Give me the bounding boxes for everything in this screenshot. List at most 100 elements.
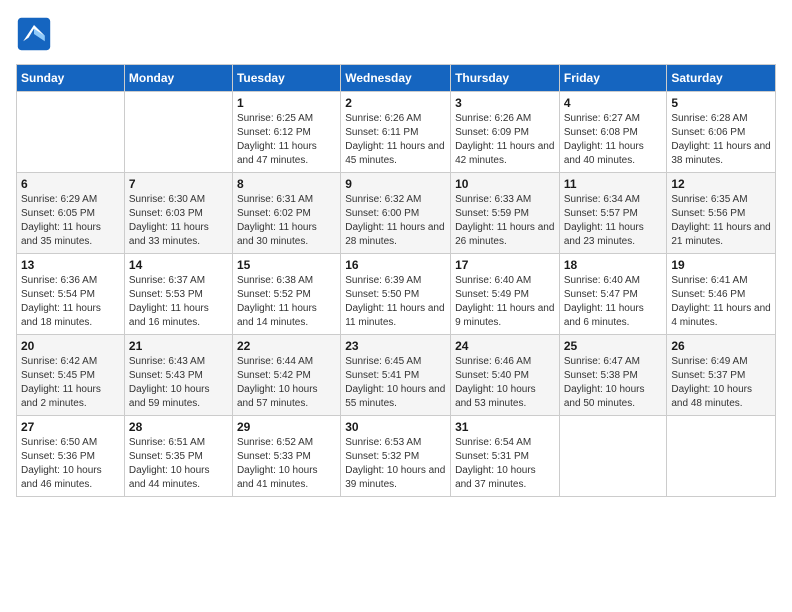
calendar-cell: 28Sunrise: 6:51 AM Sunset: 5:35 PM Dayli… <box>124 416 232 497</box>
day-info: Sunrise: 6:33 AM Sunset: 5:59 PM Dayligh… <box>455 193 555 249</box>
day-info: Sunrise: 6:47 AM Sunset: 5:38 PM Dayligh… <box>564 355 663 411</box>
day-number: 26 <box>671 339 771 353</box>
col-header-monday: Monday <box>124 65 232 92</box>
calendar-cell: 17 Sunrise: 6:40 AM Sunset: 5:49 PM Dayli… <box>451 254 560 335</box>
calendar-cell: 14Sunrise: 6:37 AM Sunset: 5:53 PM Dayli… <box>124 254 232 335</box>
calendar-cell: 4 Sunrise: 6:27 AM Sunset: 6:08 PM Daylig… <box>559 92 667 173</box>
day-number: 7 <box>129 177 228 191</box>
calendar-cell: 24 Sunrise: 6:46 AM Sunset: 5:40 PM Dayli… <box>451 335 560 416</box>
calendar-cell <box>667 416 776 497</box>
calendar-cell: 30 Sunrise: 6:53 AM Sunset: 5:32 PM Dayli… <box>341 416 451 497</box>
col-header-wednesday: Wednesday <box>341 65 451 92</box>
calendar-cell: 23Sunrise: 6:45 AM Sunset: 5:41 PM Dayli… <box>341 335 451 416</box>
calendar-cell <box>124 92 232 173</box>
day-number: 25 <box>564 339 663 353</box>
calendar-cell: 27Sunrise: 6:50 AM Sunset: 5:36 PM Dayli… <box>17 416 125 497</box>
calendar-cell <box>17 92 125 173</box>
day-info: Sunrise: 6:46 AM Sunset: 5:40 PM Dayligh… <box>455 355 555 411</box>
calendar-week-1: 1 Sunrise: 6:25 AM Sunset: 6:12 PM Daylig… <box>17 92 776 173</box>
day-info: Sunrise: 6:35 AM Sunset: 5:56 PM Dayligh… <box>671 193 771 249</box>
calendar-cell: 11Sunrise: 6:34 AM Sunset: 5:57 PM Dayli… <box>559 173 667 254</box>
day-info: Sunrise: 6:44 AM Sunset: 5:42 PM Dayligh… <box>237 355 336 411</box>
calendar-cell <box>559 416 667 497</box>
day-number: 19 <box>671 258 771 272</box>
calendar-cell: 7 Sunrise: 6:30 AM Sunset: 6:03 PM Daylig… <box>124 173 232 254</box>
day-info: Sunrise: 6:54 AM Sunset: 5:31 PM Dayligh… <box>455 436 555 492</box>
calendar-cell: 13Sunrise: 6:36 AM Sunset: 5:54 PM Dayli… <box>17 254 125 335</box>
calendar-header-row: SundayMondayTuesdayWednesdayThursdayFrid… <box>17 65 776 92</box>
day-number: 5 <box>671 96 771 110</box>
day-number: 9 <box>345 177 446 191</box>
day-info: Sunrise: 6:42 AM Sunset: 5:45 PM Dayligh… <box>21 355 120 411</box>
calendar-cell: 9 Sunrise: 6:32 AM Sunset: 6:00 PM Daylig… <box>341 173 451 254</box>
day-number: 21 <box>129 339 228 353</box>
day-info: Sunrise: 6:26 AM Sunset: 6:09 PM Dayligh… <box>455 112 555 168</box>
logo-icon <box>16 16 52 52</box>
day-number: 27 <box>21 420 120 434</box>
calendar-cell: 26 Sunrise: 6:49 AM Sunset: 5:37 PM Dayli… <box>667 335 776 416</box>
day-info: Sunrise: 6:30 AM Sunset: 6:03 PM Dayligh… <box>129 193 228 249</box>
day-number: 30 <box>345 420 446 434</box>
calendar-cell: 25 Sunrise: 6:47 AM Sunset: 5:38 PM Dayli… <box>559 335 667 416</box>
day-info: Sunrise: 6:40 AM Sunset: 5:49 PM Dayligh… <box>455 274 555 330</box>
calendar-cell: 8 Sunrise: 6:31 AM Sunset: 6:02 PM Daylig… <box>232 173 340 254</box>
calendar-cell: 15 Sunrise: 6:38 AM Sunset: 5:52 PM Dayli… <box>232 254 340 335</box>
day-info: Sunrise: 6:26 AM Sunset: 6:11 PM Dayligh… <box>345 112 446 168</box>
day-info: Sunrise: 6:49 AM Sunset: 5:37 PM Dayligh… <box>671 355 771 411</box>
day-number: 16 <box>345 258 446 272</box>
day-info: Sunrise: 6:27 AM Sunset: 6:08 PM Dayligh… <box>564 112 663 168</box>
day-info: Sunrise: 6:32 AM Sunset: 6:00 PM Dayligh… <box>345 193 446 249</box>
day-number: 8 <box>237 177 336 191</box>
day-number: 13 <box>21 258 120 272</box>
day-number: 14 <box>129 258 228 272</box>
day-info: Sunrise: 6:41 AM Sunset: 5:46 PM Dayligh… <box>671 274 771 330</box>
calendar-cell: 10Sunrise: 6:33 AM Sunset: 5:59 PM Dayli… <box>451 173 560 254</box>
col-header-tuesday: Tuesday <box>232 65 340 92</box>
col-header-sunday: Sunday <box>17 65 125 92</box>
day-number: 24 <box>455 339 555 353</box>
day-number: 18 <box>564 258 663 272</box>
day-number: 22 <box>237 339 336 353</box>
calendar-cell: 16 Sunrise: 6:39 AM Sunset: 5:50 PM Dayli… <box>341 254 451 335</box>
day-info: Sunrise: 6:43 AM Sunset: 5:43 PM Dayligh… <box>129 355 228 411</box>
calendar-cell: 12 Sunrise: 6:35 AM Sunset: 5:56 PM Dayli… <box>667 173 776 254</box>
day-info: Sunrise: 6:53 AM Sunset: 5:32 PM Dayligh… <box>345 436 446 492</box>
day-info: Sunrise: 6:28 AM Sunset: 6:06 PM Dayligh… <box>671 112 771 168</box>
day-number: 12 <box>671 177 771 191</box>
col-header-friday: Friday <box>559 65 667 92</box>
calendar-cell: 22 Sunrise: 6:44 AM Sunset: 5:42 PM Dayli… <box>232 335 340 416</box>
day-number: 3 <box>455 96 555 110</box>
calendar-week-5: 27Sunrise: 6:50 AM Sunset: 5:36 PM Dayli… <box>17 416 776 497</box>
calendar-cell: 31 Sunrise: 6:54 AM Sunset: 5:31 PM Dayli… <box>451 416 560 497</box>
calendar-cell: 3 Sunrise: 6:26 AM Sunset: 6:09 PM Daylig… <box>451 92 560 173</box>
day-number: 6 <box>21 177 120 191</box>
day-number: 29 <box>237 420 336 434</box>
day-info: Sunrise: 6:31 AM Sunset: 6:02 PM Dayligh… <box>237 193 336 249</box>
day-number: 17 <box>455 258 555 272</box>
day-info: Sunrise: 6:34 AM Sunset: 5:57 PM Dayligh… <box>564 193 663 249</box>
calendar-cell: 19 Sunrise: 6:41 AM Sunset: 5:46 PM Dayli… <box>667 254 776 335</box>
day-number: 23 <box>345 339 446 353</box>
calendar-week-3: 13Sunrise: 6:36 AM Sunset: 5:54 PM Dayli… <box>17 254 776 335</box>
page-header <box>16 16 776 52</box>
calendar-week-2: 6Sunrise: 6:29 AM Sunset: 6:05 PM Daylig… <box>17 173 776 254</box>
calendar-cell: 6Sunrise: 6:29 AM Sunset: 6:05 PM Daylig… <box>17 173 125 254</box>
calendar-cell: 1 Sunrise: 6:25 AM Sunset: 6:12 PM Daylig… <box>232 92 340 173</box>
day-info: Sunrise: 6:51 AM Sunset: 5:35 PM Dayligh… <box>129 436 228 492</box>
day-info: Sunrise: 6:39 AM Sunset: 5:50 PM Dayligh… <box>345 274 446 330</box>
col-header-saturday: Saturday <box>667 65 776 92</box>
calendar-cell: 20 Sunrise: 6:42 AM Sunset: 5:45 PM Dayli… <box>17 335 125 416</box>
calendar-cell: 18Sunrise: 6:40 AM Sunset: 5:47 PM Dayli… <box>559 254 667 335</box>
calendar-cell: 2 Sunrise: 6:26 AM Sunset: 6:11 PM Daylig… <box>341 92 451 173</box>
day-info: Sunrise: 6:52 AM Sunset: 5:33 PM Dayligh… <box>237 436 336 492</box>
day-info: Sunrise: 6:25 AM Sunset: 6:12 PM Dayligh… <box>237 112 336 168</box>
day-number: 1 <box>237 96 336 110</box>
col-header-thursday: Thursday <box>451 65 560 92</box>
day-number: 31 <box>455 420 555 434</box>
day-info: Sunrise: 6:38 AM Sunset: 5:52 PM Dayligh… <box>237 274 336 330</box>
day-number: 4 <box>564 96 663 110</box>
day-number: 20 <box>21 339 120 353</box>
logo <box>16 16 58 52</box>
day-number: 2 <box>345 96 446 110</box>
day-number: 15 <box>237 258 336 272</box>
